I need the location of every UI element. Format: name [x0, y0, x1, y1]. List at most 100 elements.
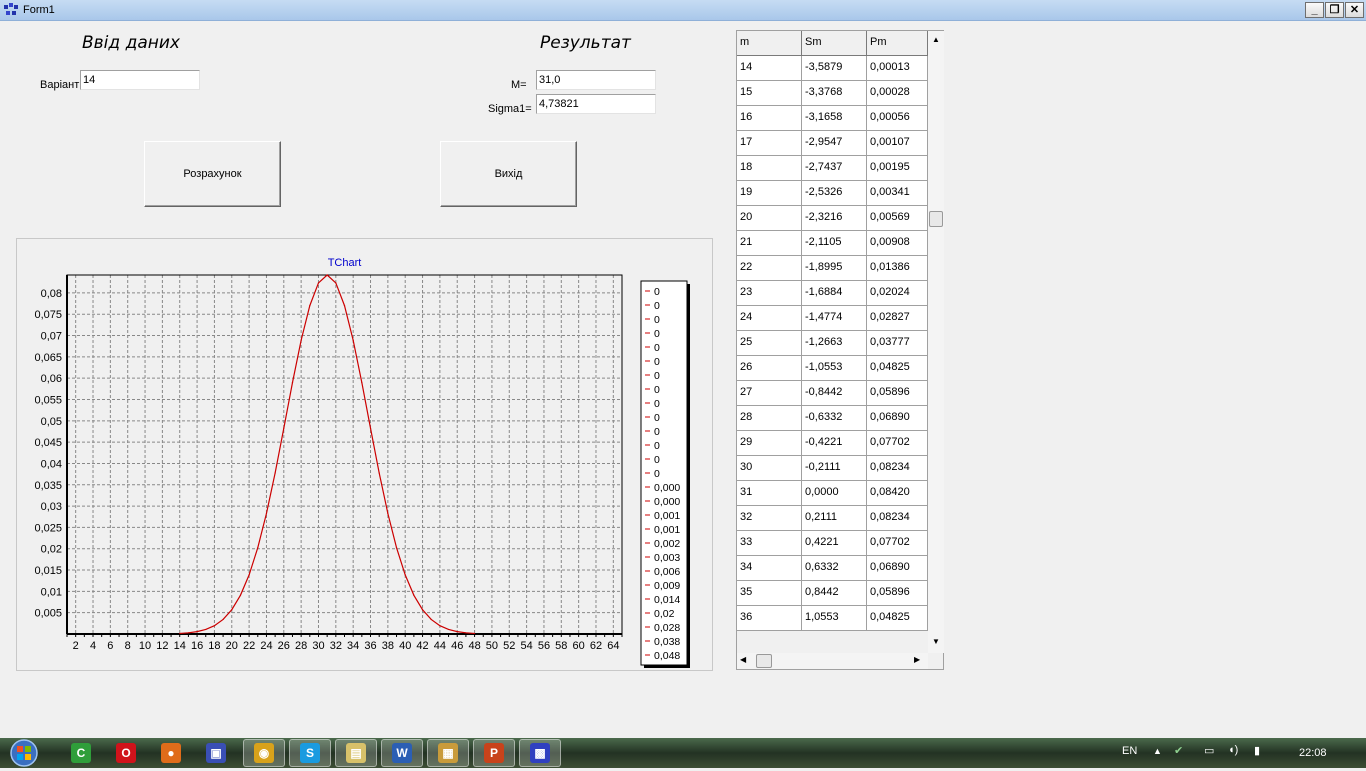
grid-cell[interactable]: -0,2111: [802, 456, 867, 481]
grid-cell[interactable]: -1,2663: [802, 331, 867, 356]
grid-cell[interactable]: -0,4221: [802, 431, 867, 456]
grid-cell[interactable]: 0,03777: [867, 331, 928, 356]
grid-cell[interactable]: 27: [737, 381, 802, 406]
grid-header-pm[interactable]: Pm: [867, 31, 928, 56]
taskbar-app-button[interactable]: ▤: [335, 739, 377, 767]
grid-cell[interactable]: 1,0553: [802, 606, 867, 631]
taskbar-app-button[interactable]: P: [473, 739, 515, 767]
grid-cell[interactable]: 0,08420: [867, 481, 928, 506]
clock-time[interactable]: 22:08: [1299, 747, 1327, 759]
volume-tray-icon[interactable]: ◖): [1228, 744, 1238, 756]
grid-cell[interactable]: 0,00569: [867, 206, 928, 231]
scroll-right-arrow-icon[interactable]: ▶: [914, 655, 920, 664]
grid-cell[interactable]: 26: [737, 356, 802, 381]
grid-cell[interactable]: 19: [737, 181, 802, 206]
grid-cell[interactable]: 0,00107: [867, 131, 928, 156]
taskbar-app-button[interactable]: ◉: [243, 739, 285, 767]
grid-cell[interactable]: -3,1658: [802, 106, 867, 131]
grid-cell[interactable]: 0,00341: [867, 181, 928, 206]
taskbar-app-button[interactable]: W: [381, 739, 423, 767]
grid-cell[interactable]: 0,4221: [802, 531, 867, 556]
grid-cell[interactable]: 14: [737, 56, 802, 81]
grid-cell[interactable]: 31: [737, 481, 802, 506]
minimize-button[interactable]: _: [1305, 2, 1324, 18]
grid-cell[interactable]: 28: [737, 406, 802, 431]
grid-cell[interactable]: -2,3216: [802, 206, 867, 231]
grid-vertical-scrollbar[interactable]: ▲ ▼: [928, 31, 944, 653]
grid-cell[interactable]: -2,5326: [802, 181, 867, 206]
grid-cell[interactable]: -2,9547: [802, 131, 867, 156]
grid-cell[interactable]: 20: [737, 206, 802, 231]
antivirus-tray-icon[interactable]: ✔: [1174, 744, 1183, 757]
grid-cell[interactable]: 0,00908: [867, 231, 928, 256]
taskbar-app-button[interactable]: S: [289, 739, 331, 767]
grid-header-m[interactable]: m: [737, 31, 802, 56]
grid-cell[interactable]: -2,7437: [802, 156, 867, 181]
grid-cell[interactable]: 0,05896: [867, 381, 928, 406]
grid-cell[interactable]: 0,02024: [867, 281, 928, 306]
language-indicator[interactable]: EN: [1122, 745, 1137, 757]
grid-cell[interactable]: 0,05896: [867, 581, 928, 606]
grid-cell[interactable]: 18: [737, 156, 802, 181]
grid-cell[interactable]: 0,08234: [867, 506, 928, 531]
taskbar-app-button[interactable]: C: [60, 739, 102, 767]
restore-button[interactable]: ❐: [1325, 2, 1344, 18]
close-button[interactable]: ✕: [1345, 2, 1364, 18]
grid-cell[interactable]: 0,04825: [867, 606, 928, 631]
grid-cell[interactable]: 0,06890: [867, 556, 928, 581]
start-button[interactable]: [6, 738, 46, 768]
grid-cell[interactable]: -1,0553: [802, 356, 867, 381]
grid-cell[interactable]: 34: [737, 556, 802, 581]
grid-cell[interactable]: 33: [737, 531, 802, 556]
scroll-left-arrow-icon[interactable]: ◀: [740, 655, 746, 664]
grid-cell[interactable]: -3,5879: [802, 56, 867, 81]
grid-cell[interactable]: 0,06890: [867, 406, 928, 431]
variant-input[interactable]: 14: [80, 70, 200, 90]
power-tray-icon[interactable]: ▮: [1254, 744, 1260, 757]
exit-button[interactable]: Вихід: [440, 141, 577, 207]
grid-cell[interactable]: -2,1105: [802, 231, 867, 256]
taskbar-app-button[interactable]: O: [105, 739, 147, 767]
grid-cell[interactable]: 0,00056: [867, 106, 928, 131]
grid-cell[interactable]: 25: [737, 331, 802, 356]
grid-cell[interactable]: -0,8442: [802, 381, 867, 406]
window-titlebar[interactable]: Form1 _ ❐ ✕: [0, 0, 1366, 21]
grid-cell[interactable]: 0,07702: [867, 531, 928, 556]
network-tray-icon[interactable]: ▭: [1204, 744, 1214, 757]
grid-cell[interactable]: 0,00013: [867, 56, 928, 81]
taskbar-app-button[interactable]: ●: [150, 739, 192, 767]
grid-cell[interactable]: 0,04825: [867, 356, 928, 381]
grid-cell[interactable]: -0,6332: [802, 406, 867, 431]
scroll-up-arrow-icon[interactable]: ▲: [932, 35, 940, 44]
grid-cell[interactable]: 0,2111: [802, 506, 867, 531]
grid-cell[interactable]: 0,07702: [867, 431, 928, 456]
grid-cell[interactable]: 22: [737, 256, 802, 281]
grid-cell[interactable]: 0,02827: [867, 306, 928, 331]
grid-cell[interactable]: 15: [737, 81, 802, 106]
hscroll-thumb[interactable]: [756, 654, 772, 668]
grid-cell[interactable]: 21: [737, 231, 802, 256]
grid-cell[interactable]: 36: [737, 606, 802, 631]
taskbar-app-button[interactable]: ▩: [519, 739, 561, 767]
sigma-result-field[interactable]: 4,73821: [536, 94, 656, 114]
grid-cell[interactable]: 23: [737, 281, 802, 306]
grid-cell[interactable]: 0,01386: [867, 256, 928, 281]
grid-cell[interactable]: -1,8995: [802, 256, 867, 281]
grid-cell[interactable]: 0,6332: [802, 556, 867, 581]
grid-cell[interactable]: -1,4774: [802, 306, 867, 331]
m-result-field[interactable]: 31,0: [536, 70, 656, 90]
grid-cell[interactable]: 0,00195: [867, 156, 928, 181]
grid-cell[interactable]: 24: [737, 306, 802, 331]
grid-cell[interactable]: 0,0000: [802, 481, 867, 506]
results-grid[interactable]: ▲ ▼ ◀ ▶ m Sm Pm 14 -3,5879 0,00013 15 -3,3768 0,…: [736, 30, 944, 670]
grid-cell[interactable]: 29: [737, 431, 802, 456]
scroll-thumb[interactable]: [929, 211, 943, 227]
grid-cell[interactable]: 17: [737, 131, 802, 156]
grid-header-sm[interactable]: Sm: [802, 31, 867, 56]
grid-cell[interactable]: 35: [737, 581, 802, 606]
grid-cell[interactable]: 0,00028: [867, 81, 928, 106]
grid-cell[interactable]: 0,08234: [867, 456, 928, 481]
calculate-button[interactable]: Розрахунок: [144, 141, 281, 207]
taskbar-app-button[interactable]: ▦: [427, 739, 469, 767]
grid-cell[interactable]: 32: [737, 506, 802, 531]
